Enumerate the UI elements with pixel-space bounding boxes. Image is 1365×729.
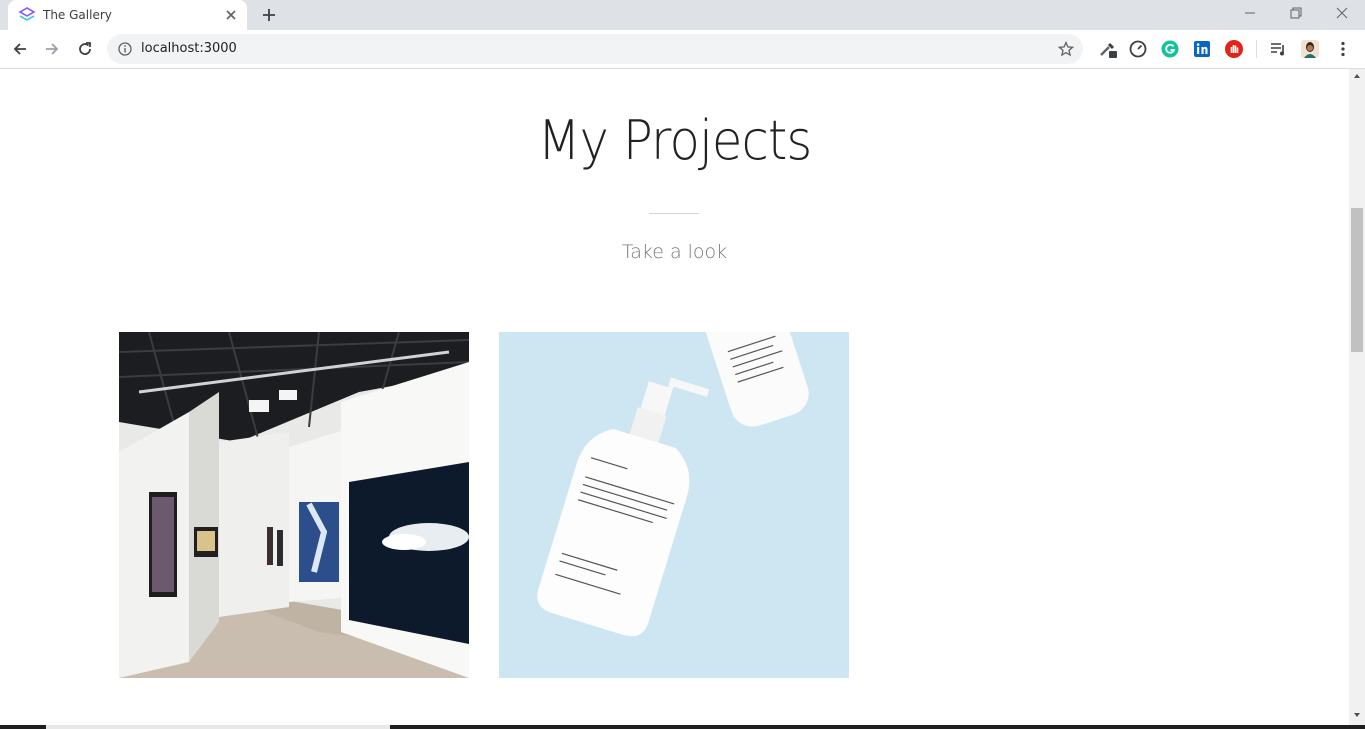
info-icon[interactable] bbox=[118, 42, 132, 56]
art-gallery-photo bbox=[119, 332, 469, 678]
project-card-gallery[interactable] bbox=[119, 332, 469, 678]
tab-strip: The Gallery bbox=[0, 0, 1365, 30]
taskbar-active-segment bbox=[46, 725, 390, 729]
profile-avatar[interactable] bbox=[1300, 39, 1320, 59]
scroll-down-arrow-icon[interactable] bbox=[1353, 711, 1361, 719]
forward-arrow-icon[interactable] bbox=[43, 40, 61, 58]
page-title: My Projects bbox=[537, 109, 813, 172]
stack-logo-icon bbox=[18, 7, 36, 21]
back-arrow-icon[interactable] bbox=[11, 40, 29, 58]
toolbar-separator bbox=[1256, 40, 1257, 58]
scrollbar-thumb[interactable] bbox=[1351, 208, 1363, 352]
title-divider bbox=[649, 213, 699, 214]
browser-tab[interactable]: The Gallery bbox=[8, 0, 247, 30]
speedometer-extension-icon[interactable] bbox=[1128, 39, 1148, 59]
kebab-menu-icon[interactable] bbox=[1333, 39, 1353, 59]
project-card-shampoo[interactable] bbox=[499, 332, 849, 678]
vertical-scrollbar[interactable] bbox=[1349, 69, 1365, 725]
page-viewport: My Projects Take a look bbox=[0, 69, 1349, 725]
tab-title: The Gallery bbox=[43, 8, 112, 22]
reload-icon[interactable] bbox=[76, 40, 94, 58]
scroll-up-arrow-icon[interactable] bbox=[1353, 72, 1361, 80]
browser-toolbar: localhost:3000 bbox=[0, 30, 1365, 69]
url-text[interactable]: localhost:3000 bbox=[141, 41, 237, 56]
address-bar[interactable]: localhost:3000 bbox=[107, 34, 1083, 64]
media-queue-icon[interactable] bbox=[1268, 39, 1288, 59]
hand-stop-extension-icon[interactable] bbox=[1224, 39, 1244, 59]
restore-icon[interactable] bbox=[1288, 5, 1304, 21]
page-subtitle: Take a look bbox=[621, 241, 728, 263]
close-icon[interactable] bbox=[1334, 5, 1350, 21]
plus-icon[interactable] bbox=[260, 6, 278, 24]
grammarly-extension-icon[interactable] bbox=[1160, 39, 1180, 59]
shampoo-bottles-photo bbox=[499, 332, 849, 678]
eyedropper-extension-icon[interactable] bbox=[1098, 39, 1118, 59]
linkedin-extension-icon[interactable] bbox=[1192, 39, 1212, 59]
tab-close-icon[interactable] bbox=[223, 7, 239, 23]
minimize-icon[interactable] bbox=[1242, 5, 1258, 21]
star-icon[interactable] bbox=[1058, 41, 1074, 57]
